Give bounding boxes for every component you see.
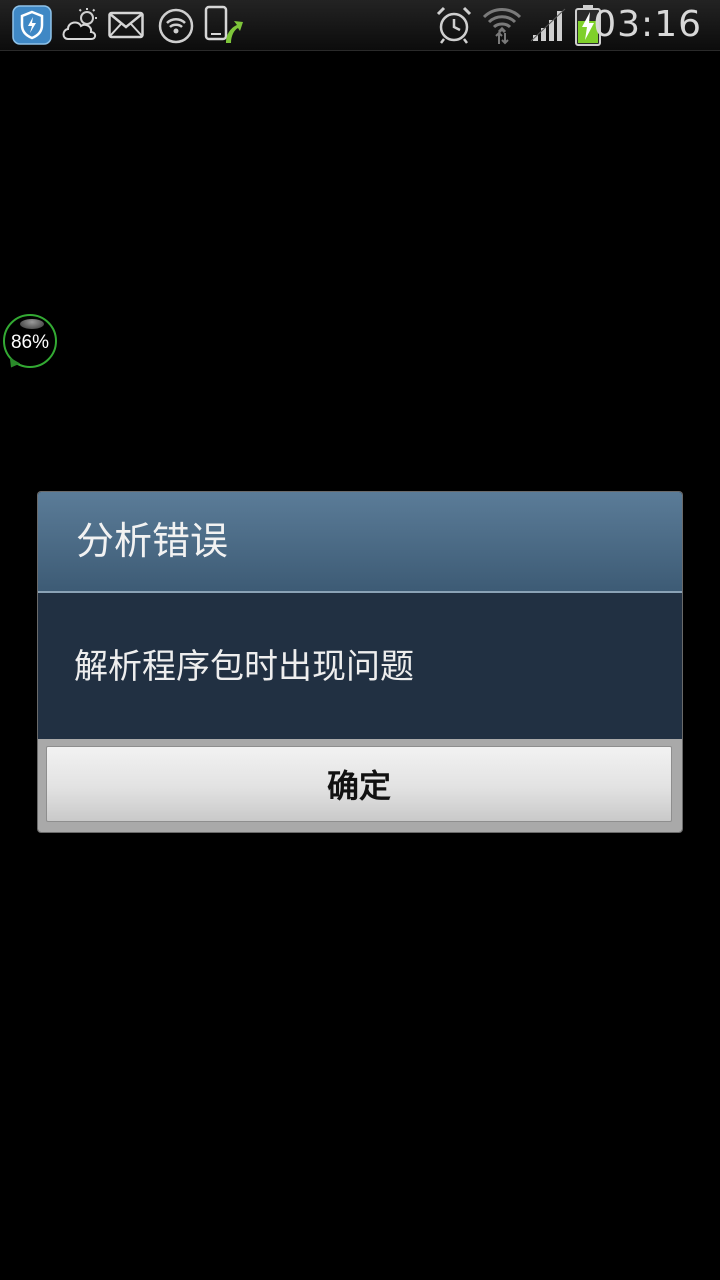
dialog-title: 分析错误 [76,519,229,563]
widget-blob-icon [20,319,44,329]
widget-percentage: 86% [10,332,50,353]
cell-signal-icon[interactable] [530,7,568,47]
dialog-header: 分析错误 [38,492,682,593]
dialog-body: 解析程序包时出现问题 [38,593,682,739]
error-dialog: 分析错误 解析程序包时出现问题 确定 [38,492,682,832]
ok-button[interactable]: 确定 [46,746,672,822]
wifi-signal-icon[interactable] [482,5,522,49]
screen: 03:16 86% 分析错误 解析程序包时出现问题 确定 [0,0,720,1280]
wifi-hotspot-icon[interactable] [157,7,195,49]
phone-upload-icon[interactable] [204,5,244,49]
status-bar: 03:16 [0,0,720,51]
dialog-message: 解析程序包时出现问题 [74,647,414,687]
shield-notification-icon[interactable] [12,5,52,49]
mail-icon[interactable] [108,11,144,43]
alarm-clock-icon[interactable] [434,5,474,49]
status-time: 03:16 [593,4,702,45]
widget-tail-icon [5,357,21,371]
battery-float-widget[interactable]: 86% [3,314,57,371]
weather-cloud-icon[interactable] [60,7,100,47]
dialog-footer: 确定 [38,739,682,832]
